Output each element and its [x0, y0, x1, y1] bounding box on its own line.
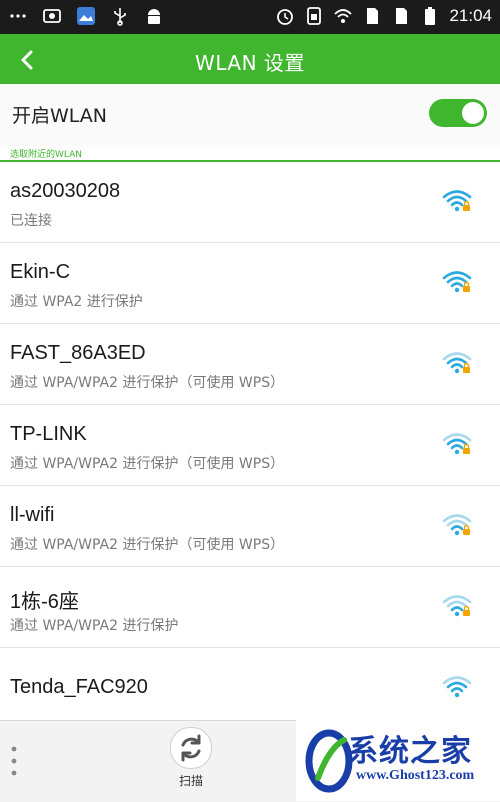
alarm-icon [277, 9, 294, 25]
network-name: Tenda_FAC920 [10, 676, 148, 698]
more-vertical-icon[interactable] [10, 743, 18, 779]
wifi-open-icon [442, 676, 472, 698]
wifi-locked-icon [442, 190, 472, 212]
wifi-locked-icon [442, 595, 472, 617]
refresh-icon [181, 734, 201, 762]
wifi-locked-icon [442, 352, 472, 374]
wifi-locked-icon [442, 433, 472, 455]
screenshot-icon [43, 9, 61, 23]
network-status: 通过 WPA/WPA2 进行保护 [10, 618, 179, 634]
usb-icon [114, 8, 126, 26]
network-status: 已连接 [10, 213, 52, 229]
network-item[interactable]: 1栋-6座 通过 WPA/WPA2 进行保护 [0, 567, 500, 648]
scan-button-circle [170, 727, 212, 769]
network-status: 通过 WPA2 进行保护 [10, 294, 143, 310]
toggle-knob [462, 102, 484, 124]
network-item[interactable]: FAST_86A3ED 通过 WPA/WPA2 进行保护（可使用 WPS） [0, 324, 500, 405]
watermark-logo [305, 729, 353, 793]
sim-icon [396, 8, 408, 24]
watermark: 系统之家 www.Ghost123.com [296, 720, 500, 801]
network-name: TP-LINK [10, 423, 87, 445]
network-name: as20030208 [10, 180, 121, 202]
network-status: 通过 WPA/WPA2 进行保护（可使用 WPS） [10, 537, 285, 553]
page-title: WLAN 设置 [195, 51, 305, 75]
wifi-signal-icon [334, 9, 353, 23]
network-name: Ekin-C [10, 261, 71, 283]
watermark-text: 系统之家 [348, 734, 472, 769]
section-label: 选取附近的WLAN [10, 150, 83, 160]
sim-icon [367, 8, 379, 24]
watermark-url: www.Ghost123.com [356, 768, 475, 783]
status-bar: 21:04 [0, 0, 500, 34]
wlan-toggle-label: 开启WLAN [12, 105, 108, 127]
android-icon [148, 9, 160, 24]
battery-icon [425, 7, 436, 25]
network-name: FAST_86A3ED [10, 342, 146, 364]
network-item[interactable]: Ekin-C 通过 WPA2 进行保护 [0, 243, 500, 324]
network-item[interactable]: ll-wifi 通过 WPA/WPA2 进行保护（可使用 WPS） [0, 486, 500, 567]
network-name: ll-wifi [10, 504, 55, 526]
wifi-locked-icon [442, 271, 472, 293]
scan-label: 扫描 [178, 774, 203, 788]
network-status: 通过 WPA/WPA2 进行保护（可使用 WPS） [10, 375, 285, 391]
network-status: 通过 WPA/WPA2 进行保护（可使用 WPS） [10, 456, 285, 472]
network-item[interactable]: TP-LINK 通过 WPA/WPA2 进行保护（可使用 WPS） [0, 405, 500, 486]
wifi-locked-icon [442, 514, 472, 536]
network-item[interactable]: as20030208 已连接 [0, 162, 500, 243]
wlan-toggle-switch[interactable] [429, 99, 487, 127]
network-item[interactable]: Tenda_FAC920 [0, 648, 500, 729]
gallery-icon [77, 7, 95, 25]
more-icon [10, 14, 26, 18]
network-name: 1栋-6座 [10, 591, 79, 613]
app-header: WLAN 设置 [0, 34, 500, 84]
network-list: as20030208 已连接 Ekin-C 通过 WPA2 进行保护 FAST_… [0, 162, 500, 729]
scan-button[interactable]: 扫描 [166, 727, 216, 793]
clock: 21:04 [449, 6, 492, 25]
status-bar-left-icons [8, 6, 164, 26]
status-bar-right-icons: 21:04 [275, 6, 492, 26]
phone-icon [307, 7, 322, 25]
wlan-toggle-row[interactable]: 开启WLAN [0, 84, 500, 146]
